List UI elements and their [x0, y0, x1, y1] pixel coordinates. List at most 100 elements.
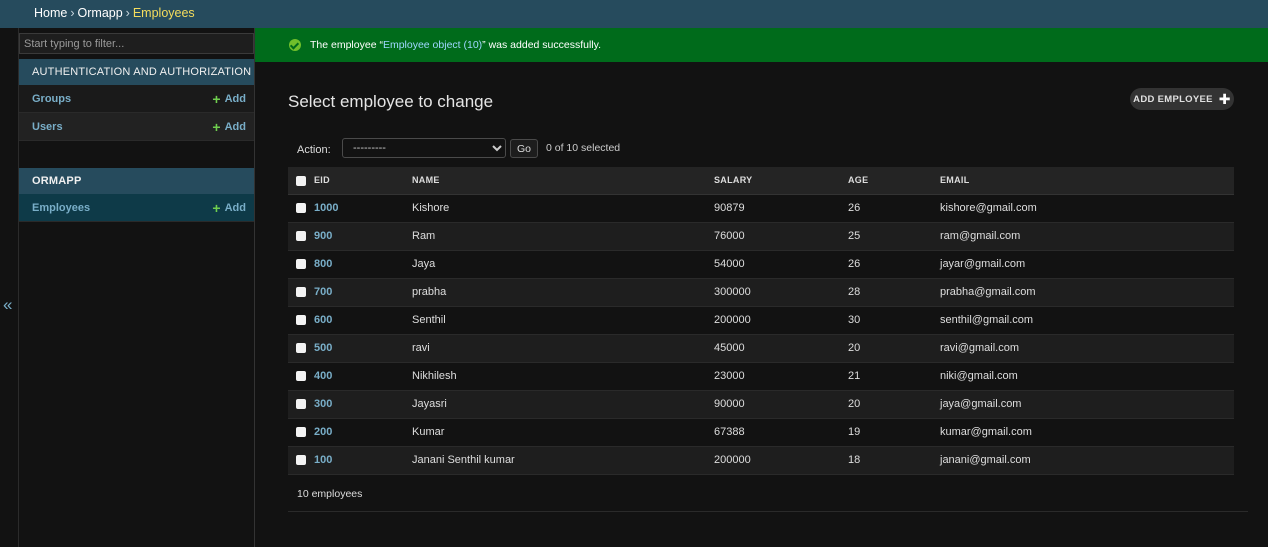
salary-cell: 76000 — [714, 222, 848, 251]
eid-link[interactable]: 300 — [314, 390, 412, 419]
row-checkbox[interactable] — [296, 455, 306, 466]
plus-icon: + — [212, 90, 221, 107]
salary-cell: 90000 — [714, 390, 848, 419]
row-checkbox-cell — [288, 194, 314, 223]
salary-cell: 200000 — [714, 446, 848, 475]
eid-link[interactable]: 200 — [314, 418, 412, 447]
sidebar-item-groups: Groups + Add — [19, 85, 254, 113]
row-checkbox[interactable] — [296, 315, 306, 326]
add-employees-link[interactable]: + Add — [212, 201, 246, 215]
salary-cell: 67388 — [714, 418, 848, 447]
age-cell: 25 — [848, 222, 940, 251]
email-cell: jayar@gmail.com — [940, 250, 1234, 279]
row-checkbox[interactable] — [296, 399, 306, 410]
age-cell: 28 — [848, 278, 940, 307]
age-cell: 26 — [848, 250, 940, 279]
table-row: 300 Jayasri 90000 20 jaya@gmail.com — [288, 390, 1234, 419]
row-checkbox-cell — [288, 278, 314, 307]
sidebar-nav: AUTHENTICATION AND AUTHORIZATION Groups … — [19, 28, 255, 547]
add-users-link[interactable]: + Add — [212, 120, 246, 134]
actions-bar: Action: --------- Go 0 of 10 selected — [288, 136, 1234, 164]
sidebar-item-employees: Employees + Add — [19, 194, 254, 222]
sidebar-item-label[interactable]: Employees — [32, 202, 90, 214]
selection-counter: 0 of 10 selected — [546, 142, 621, 154]
table-row: 500 ravi 45000 20 ravi@gmail.com — [288, 334, 1234, 363]
row-checkbox[interactable] — [296, 259, 306, 270]
row-checkbox[interactable] — [296, 343, 306, 354]
name-cell: Kumar — [412, 418, 714, 447]
add-groups-link[interactable]: + Add — [212, 92, 246, 106]
row-checkbox[interactable] — [296, 287, 306, 298]
eid-link[interactable]: 700 — [314, 278, 412, 307]
table-row: 900 Ram 76000 25 ram@gmail.com — [288, 222, 1234, 251]
column-header-age[interactable]: AGE — [848, 167, 940, 195]
name-cell: Kishore — [412, 194, 714, 223]
double-chevron-left-icon[interactable]: « — [3, 296, 12, 313]
add-employee-label: ADD EMPLOYEE — [1133, 93, 1213, 105]
column-header-email[interactable]: EMAIL — [940, 167, 1234, 195]
eid-link[interactable]: 800 — [314, 250, 412, 279]
go-button[interactable]: Go — [510, 139, 538, 158]
select-all-checkbox[interactable] — [296, 175, 306, 186]
column-header-name[interactable]: NAME — [412, 167, 714, 195]
name-cell: Nikhilesh — [412, 362, 714, 391]
salary-cell: 200000 — [714, 306, 848, 335]
age-cell: 19 — [848, 418, 940, 447]
row-checkbox[interactable] — [296, 231, 306, 242]
eid-link[interactable]: 500 — [314, 334, 412, 363]
check-circle-icon — [289, 39, 301, 51]
eid-link[interactable]: 900 — [314, 222, 412, 251]
table-row: 400 Nikhilesh 23000 21 niki@gmail.com — [288, 362, 1234, 391]
breadcrumb-separator: › — [70, 6, 75, 20]
email-cell: ravi@gmail.com — [940, 334, 1234, 363]
email-cell: kumar@gmail.com — [940, 418, 1234, 447]
sidebar-item-label[interactable]: Groups — [32, 93, 71, 105]
row-checkbox-cell — [288, 390, 314, 419]
email-cell: ram@gmail.com — [940, 222, 1234, 251]
table-row: 800 Jaya 54000 26 jayar@gmail.com — [288, 250, 1234, 279]
breadcrumb-app-link[interactable]: Ormapp — [78, 6, 123, 20]
sidebar-item-users: Users + Add — [19, 113, 254, 141]
sidebar-item-label[interactable]: Users — [32, 121, 63, 133]
eid-link[interactable]: 1000 — [314, 194, 412, 223]
sidebar-toggle[interactable]: « — [0, 28, 19, 547]
action-label: Action: — [297, 144, 331, 156]
select-all-cell — [288, 167, 314, 195]
plus-icon: + — [212, 199, 221, 216]
app-caption-auth[interactable]: AUTHENTICATION AND AUTHORIZATION — [19, 59, 254, 85]
employee-object-link[interactable]: Employee object (10) — [383, 39, 482, 51]
age-cell: 20 — [848, 390, 940, 419]
name-cell: Janani Senthil kumar — [412, 446, 714, 475]
age-cell: 26 — [848, 194, 940, 223]
result-list-table: EID NAME SALARY AGE EMAIL 1000 Kishore 908… — [288, 167, 1234, 475]
row-checkbox-cell — [288, 446, 314, 475]
row-checkbox[interactable] — [296, 427, 306, 438]
eid-link[interactable]: 600 — [314, 306, 412, 335]
salary-cell: 90879 — [714, 194, 848, 223]
nav-filter-input[interactable] — [19, 33, 254, 54]
action-select[interactable]: --------- — [342, 138, 506, 158]
name-cell: ravi — [412, 334, 714, 363]
email-cell: prabha@gmail.com — [940, 278, 1234, 307]
column-header-eid[interactable]: EID — [314, 167, 412, 195]
name-cell: Jayasri — [412, 390, 714, 419]
row-checkbox[interactable] — [296, 203, 306, 214]
email-cell: senthil@gmail.com — [940, 306, 1234, 335]
row-checkbox-cell — [288, 334, 314, 363]
app-caption-ormapp[interactable]: ORMAPP — [19, 168, 254, 194]
age-cell: 21 — [848, 362, 940, 391]
age-cell: 20 — [848, 334, 940, 363]
breadcrumb-home-link[interactable]: Home — [34, 6, 67, 20]
add-link-label: Add — [224, 201, 246, 214]
eid-link[interactable]: 400 — [314, 362, 412, 391]
salary-cell: 300000 — [714, 278, 848, 307]
table-row: 1000 Kishore 90879 26 kishore@gmail.com — [288, 194, 1234, 223]
eid-link[interactable]: 100 — [314, 446, 412, 475]
paginator: 10 employees — [288, 478, 1248, 512]
column-header-salary[interactable]: SALARY — [714, 167, 848, 195]
table-row: 700 prabha 300000 28 prabha@gmail.com — [288, 278, 1234, 307]
breadcrumb-separator: › — [125, 6, 130, 20]
add-employee-button[interactable]: ADD EMPLOYEE ✚ — [1130, 88, 1234, 110]
row-checkbox[interactable] — [296, 371, 306, 382]
add-link-label: Add — [224, 92, 246, 105]
